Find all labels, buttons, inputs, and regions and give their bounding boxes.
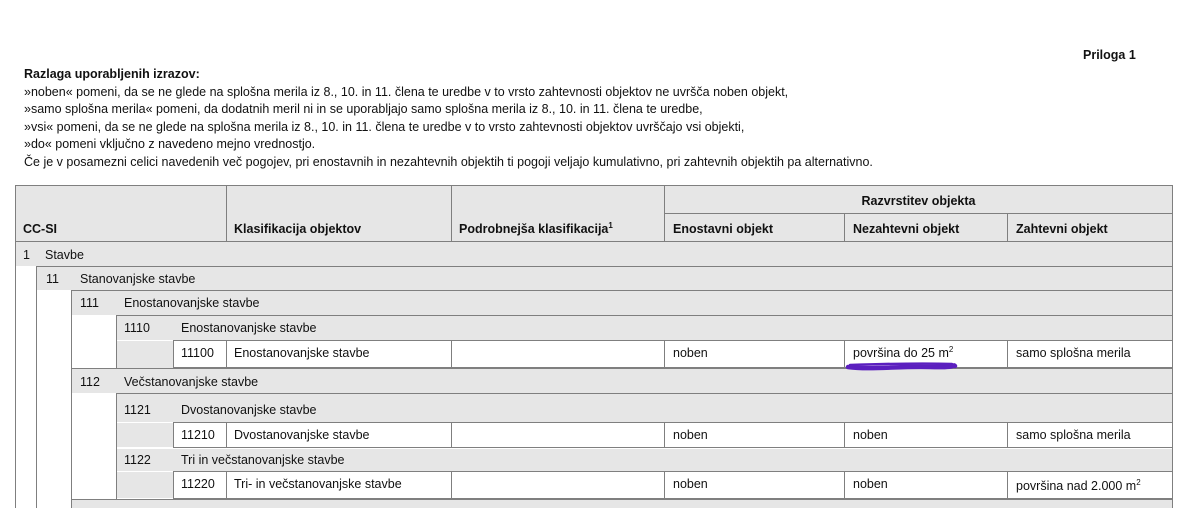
header-cc-si: CC-SI: [23, 222, 58, 236]
row-label: Stanovanjske stavbe: [80, 272, 196, 286]
row-label: Enostanovanjske stavbe: [124, 296, 260, 310]
header-classification: Klasifikacija objektov: [234, 222, 362, 236]
row-code: 11100: [181, 346, 214, 360]
row-code: 1: [23, 248, 30, 262]
row-label: Tri in večstanovanjske stavbe: [181, 453, 345, 467]
cell-demanding: površina nad 2.000 m2: [1016, 477, 1141, 493]
row-code: 112: [80, 375, 100, 389]
row-code: 11210: [181, 428, 215, 442]
row-level-3-partial: [72, 500, 1172, 508]
cell-simple: noben: [673, 477, 708, 491]
header-object-classification: Razvrstitev objekta: [861, 194, 976, 208]
header-demanding-object: Zahtevni objekt: [1016, 222, 1108, 236]
cell-demanding: samo splošna merila: [1016, 428, 1131, 442]
cell-nondemanding: noben: [853, 428, 888, 442]
row-code: 111: [80, 296, 100, 310]
indent-filler: [117, 423, 173, 447]
header-non-demanding-object: Nezahtevni objekt: [853, 222, 960, 236]
row-code: 1122: [124, 453, 151, 467]
row-level-1: [16, 242, 1172, 266]
row-level-2: [37, 267, 1172, 290]
row-label: Večstanovanjske stavbe: [124, 375, 259, 389]
cell-nondemanding: noben: [853, 477, 888, 491]
header-detailed-classification: Podrobnejša klasifikacija1: [459, 220, 613, 236]
row-label: Stavbe: [45, 248, 84, 262]
underline-annotation: [845, 362, 958, 371]
row-code: 11220: [181, 477, 215, 491]
cell-demanding: samo splošna merila: [1016, 346, 1131, 360]
cell-simple: noben: [673, 428, 708, 442]
row-code: 11: [46, 272, 59, 286]
indent-filler: [117, 472, 173, 498]
row-code: 1121: [124, 403, 151, 417]
row-label: Tri- in večstanovanjske stavbe: [234, 477, 402, 491]
header-simple-object: Enostavni objekt: [673, 222, 774, 236]
indent-filler: [117, 341, 173, 368]
classification-table: CC-SI Klasifikacija objektov Podrobnejša…: [0, 0, 1200, 508]
row-label: Enostanovanjske stavbe: [181, 321, 317, 335]
row-code: 1110: [124, 321, 150, 335]
row-label: Dvostanovanjske stavbe: [181, 403, 317, 417]
row-label: Dvostanovanjske stavbe: [234, 428, 370, 442]
cell-simple: noben: [673, 346, 708, 360]
row-label: Enostanovanjske stavbe: [234, 346, 370, 360]
